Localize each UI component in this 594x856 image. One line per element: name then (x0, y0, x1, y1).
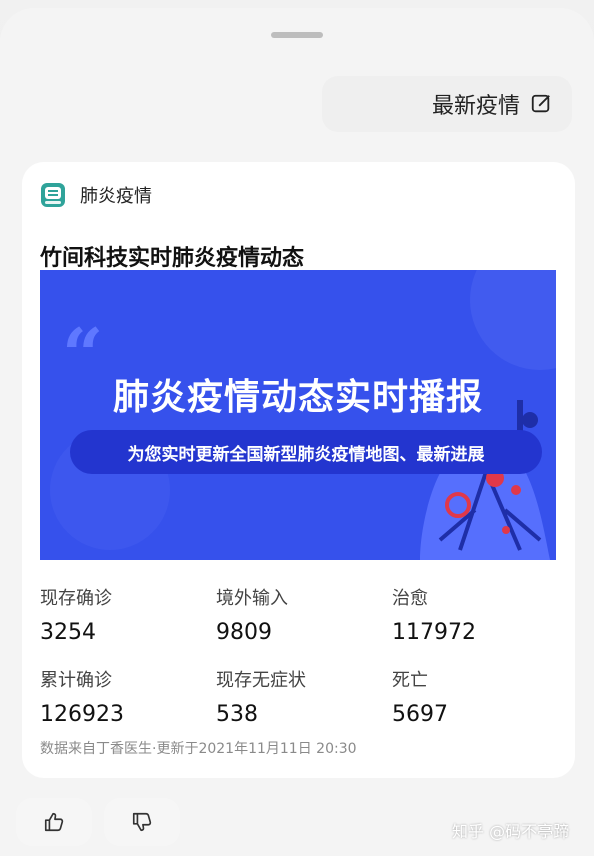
app-name: 肺炎疫情 (80, 186, 152, 207)
thumbs-up-icon (44, 812, 64, 832)
like-button[interactable] (16, 798, 92, 846)
app-header: 肺炎疫情 (40, 182, 152, 208)
stat-imported: 境外输入 9809 (216, 584, 386, 645)
stat-label: 现存确诊 (40, 588, 112, 609)
data-source-note: 数据来自丁香医生·更新于2021年11月11日 20:30 (40, 741, 357, 757)
stat-label: 死亡 (392, 670, 428, 691)
thumbs-down-icon (132, 812, 152, 832)
stat-value: 3254 (40, 620, 96, 645)
banner-subline: 为您实时更新全国新型肺炎疫情地图、最新进展 (70, 430, 542, 474)
pneumonia-app-icon (41, 183, 65, 207)
stat-total-confirmed: 累计确诊 126923 (40, 666, 210, 727)
stat-label: 治愈 (392, 588, 428, 609)
stat-value: 9809 (216, 620, 272, 645)
stat-deaths: 死亡 5697 (392, 666, 562, 727)
stat-label: 现存无症状 (216, 670, 306, 691)
epidemic-card[interactable]: 肺炎疫情 竹间科技实时肺炎疫情动态 “ 肺炎疫情动态实时播报 为您实时更新全国新… (22, 162, 575, 778)
stat-asymptomatic: 现存无症状 538 (216, 666, 386, 727)
card-title: 竹间科技实时肺炎疫情动态 (40, 246, 305, 271)
stat-label: 累计确诊 (40, 670, 112, 691)
stat-value: 5697 (392, 702, 448, 727)
dislike-button[interactable] (104, 798, 180, 846)
stat-label: 境外输入 (216, 588, 288, 609)
edit-icon (531, 94, 550, 113)
latest-epidemic-button[interactable]: 最新疫情 (322, 76, 572, 132)
watermark: 知乎 @码不亭蹄 (452, 822, 570, 841)
sheet-drag-handle[interactable] (271, 32, 323, 38)
stat-value: 117972 (392, 620, 476, 645)
latest-epidemic-label: 最新疫情 (431, 94, 520, 119)
banner-image[interactable]: “ 肺炎疫情动态实时播报 为您实时更新全国新型肺炎疫情地图、最新进展 (40, 270, 556, 560)
banner-headline: 肺炎疫情动态实时播报 (112, 377, 483, 418)
stat-cured: 治愈 117972 (392, 584, 562, 645)
stat-value: 538 (216, 702, 258, 727)
stat-current-confirmed: 现存确诊 3254 (40, 584, 210, 645)
stat-value: 126923 (40, 702, 124, 727)
